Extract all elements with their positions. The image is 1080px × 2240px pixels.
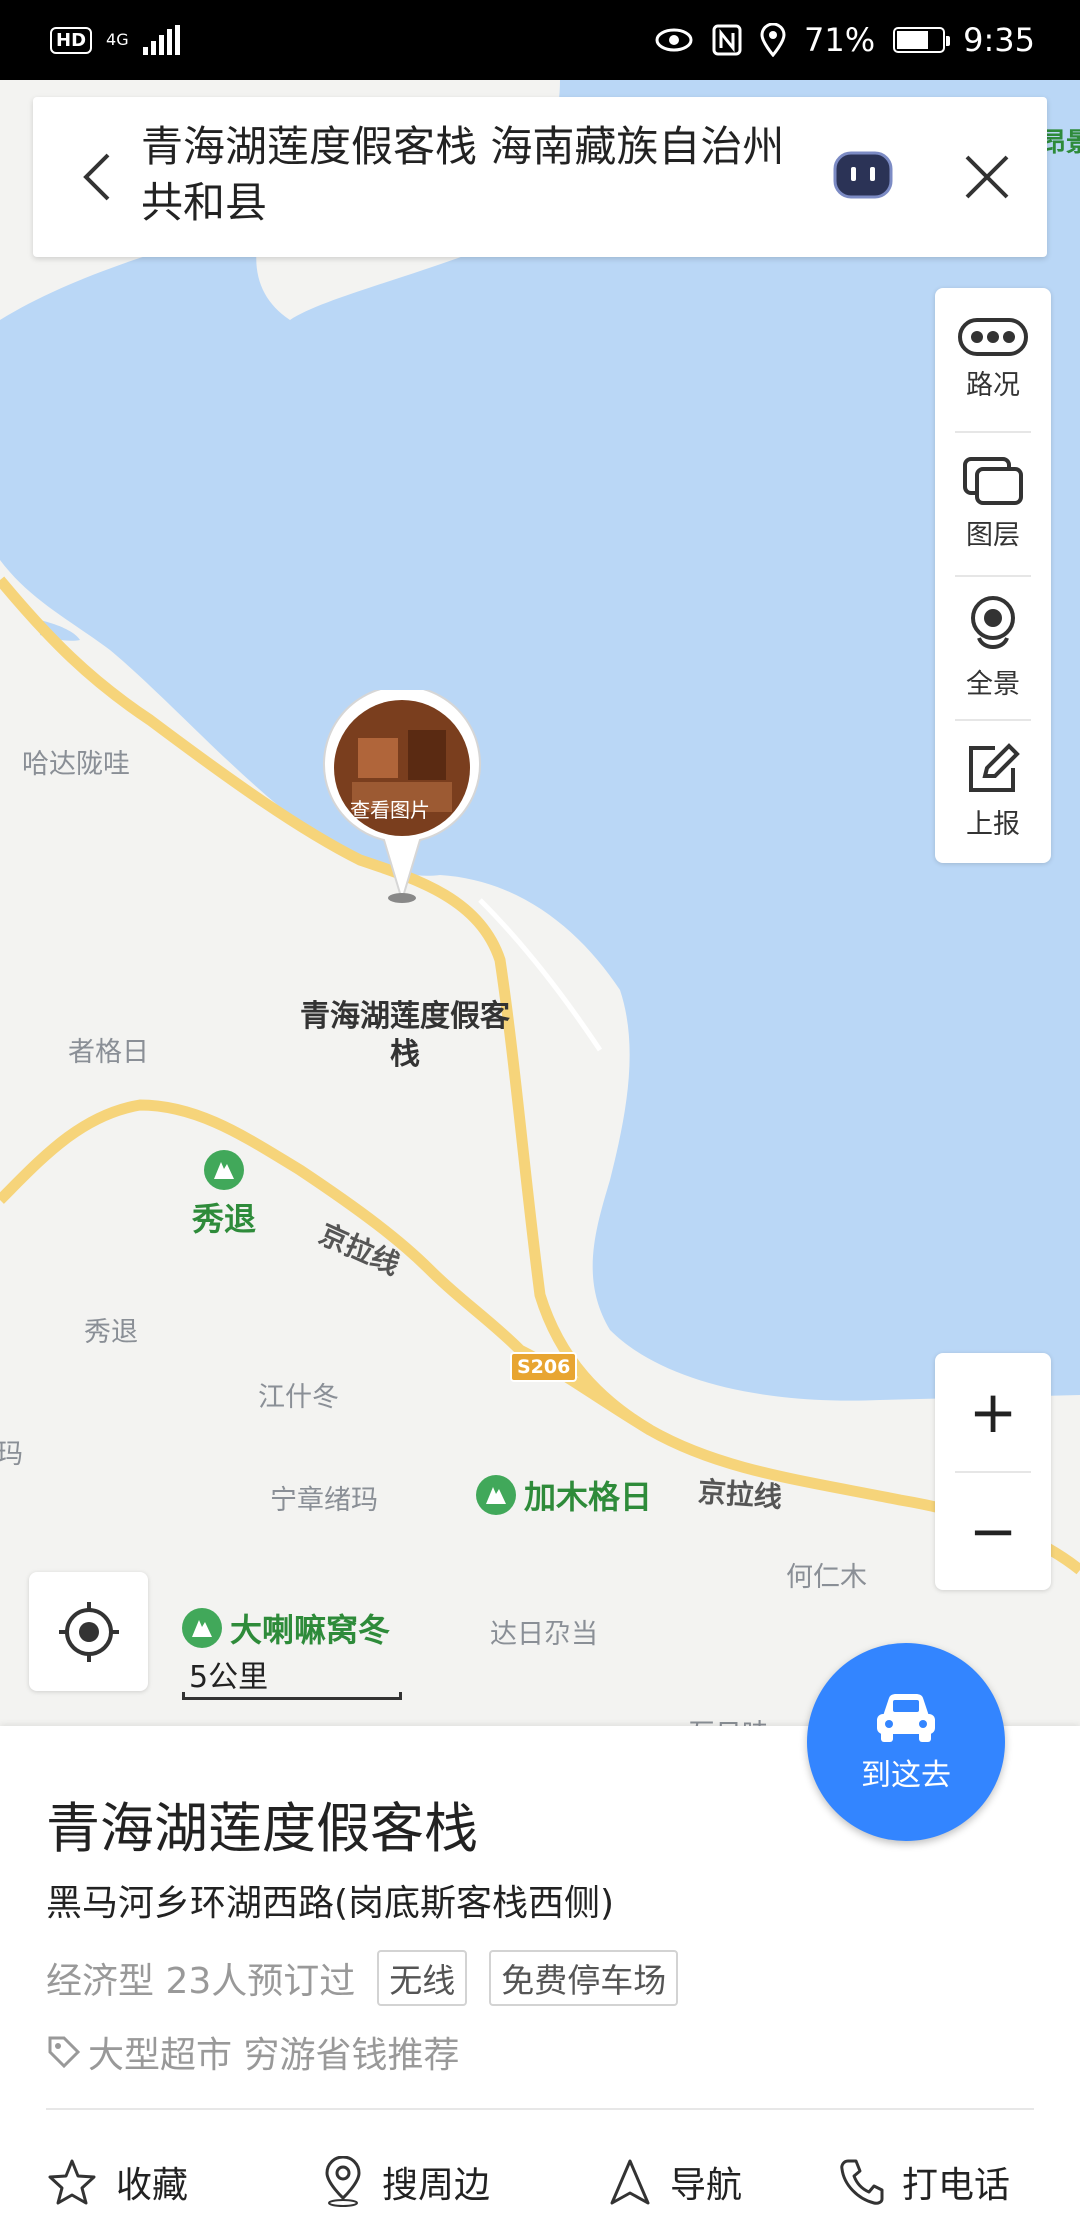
mountain-icon [476,1475,516,1515]
poi-meta: 经济型 23人预订过 无线 免费停车场 [46,1950,679,2006]
tool-label: 图层 [966,520,1020,551]
action-label: 导航 [670,2165,743,2206]
tool-label: 上报 [966,809,1020,840]
action-bar: 收藏 搜周边 导航 打电话 [0,2132,1080,2232]
scenic-label: 秀退 [192,1200,257,1238]
scenic-dalama[interactable]: 大喇嘛窝冬 [182,1605,390,1651]
place-label: 秀退 [84,1317,138,1348]
crosshair-icon [58,1601,119,1662]
zoom-in-button[interactable]: + [935,1353,1051,1471]
traffic-icon [958,318,1028,356]
locate-button[interactable] [29,1572,148,1691]
poi-marker[interactable]: 查看图片 [322,685,482,905]
place-label: 者格日 [68,1037,149,1068]
back-icon[interactable] [67,147,127,207]
layers-icon [963,457,1023,505]
call-button[interactable]: 打电话 [838,2132,1010,2232]
go-there-label: 到这去 [861,1758,951,1793]
search-bar[interactable]: 青海湖莲度假客栈 海南藏族自治州共和县 [33,97,1047,257]
action-label: 打电话 [902,2165,1011,2206]
poi-recommend: 大型超市 穷游省钱推荐 [46,2026,459,2078]
navigate-button[interactable]: 导航 [608,2132,742,2232]
action-label: 收藏 [116,2165,189,2206]
marker-photo-label: 查看图片 [350,798,430,822]
favorite-button[interactable]: 收藏 [46,2132,188,2232]
search-query[interactable]: 青海湖莲度假客栈 海南藏族自治州共和县 [141,119,801,231]
tag-icon [48,2036,81,2069]
scenic-label: 大喇嘛窝冬 [230,1611,391,1649]
robot-assistant-icon[interactable] [833,149,893,201]
place-label: 哈达陇哇 [22,749,130,780]
place-label: 玛 [0,1439,23,1470]
mountain-icon [204,1150,244,1190]
action-label: 搜周边 [382,2165,491,2206]
place-label: 宁章绪玛 [270,1485,378,1516]
status-bar: HD 4G 71% 9:35 [0,0,1080,80]
scale-label: 5公里 [189,1660,269,1695]
scenic-xiutui[interactable]: 秀退 [192,1150,256,1240]
location-icon [760,23,786,57]
place-label: 达日尕当 [490,1619,598,1650]
nearby-button[interactable]: 搜周边 [322,2132,490,2232]
road-shield: S206 [510,1352,578,1382]
tool-label: 路况 [966,370,1020,401]
navigation-arrow-icon [610,2159,650,2205]
go-there-button[interactable]: 到这去 [807,1643,1005,1841]
poi-meta-text: 经济型 23人预订过 [46,1961,356,2002]
nearby-pin-icon [325,2156,361,2207]
zoom-out-button[interactable]: − [935,1472,1051,1590]
poi-recommend-text: 大型超市 穷游省钱推荐 [88,2035,460,2076]
eye-icon [655,28,693,52]
nfc-icon [712,24,742,56]
layers-button[interactable]: 图层 [935,432,1051,575]
signal-icon [142,25,180,55]
road-label: 京拉线 [696,1475,783,1514]
report-button[interactable]: 上报 [935,720,1051,863]
map-tool-panel: 路况 图层 全景 上报 [935,288,1051,863]
report-edit-icon [969,743,1020,792]
poi-address: 黑马河乡环湖西路(岗底斯客栈西侧) [46,1883,615,1924]
poi-title: 青海湖莲度假客栈 [46,1797,478,1860]
close-icon[interactable] [957,147,1017,207]
phone-icon [840,2159,884,2205]
marker-name: 青海湖莲度假客栈 [300,999,510,1072]
scale-bar [182,1692,402,1700]
car-icon [877,1694,935,1742]
battery-icon [893,27,951,53]
zoom-panel: + − [935,1353,1051,1590]
place-label: 江什冬 [258,1382,339,1413]
map-canvas[interactable]: 哈达陇哇 者格日 秀退 江什冬 宁章绪玛 何仁木 达日尕当 玛 互日哇 昂景 秀… [0,80,1080,1730]
poi-tag: 免费停车场 [489,1950,679,2006]
hd-badge: HD [50,26,93,54]
mountain-icon [182,1608,222,1648]
panorama-icon [971,596,1015,649]
battery-percent: 71% [804,21,876,59]
place-label: 何仁木 [786,1562,867,1593]
panorama-button[interactable]: 全景 [935,576,1051,719]
clock: 9:35 [963,21,1035,59]
traffic-button[interactable]: 路况 [935,288,1051,431]
scenic-jiamu[interactable]: 加木格日 [476,1472,652,1518]
network-type: 4G [106,30,129,49]
star-icon [48,2159,96,2205]
tool-label: 全景 [966,669,1020,700]
scenic-label: 加木格日 [524,1478,653,1516]
poi-tag: 无线 [377,1950,468,2006]
